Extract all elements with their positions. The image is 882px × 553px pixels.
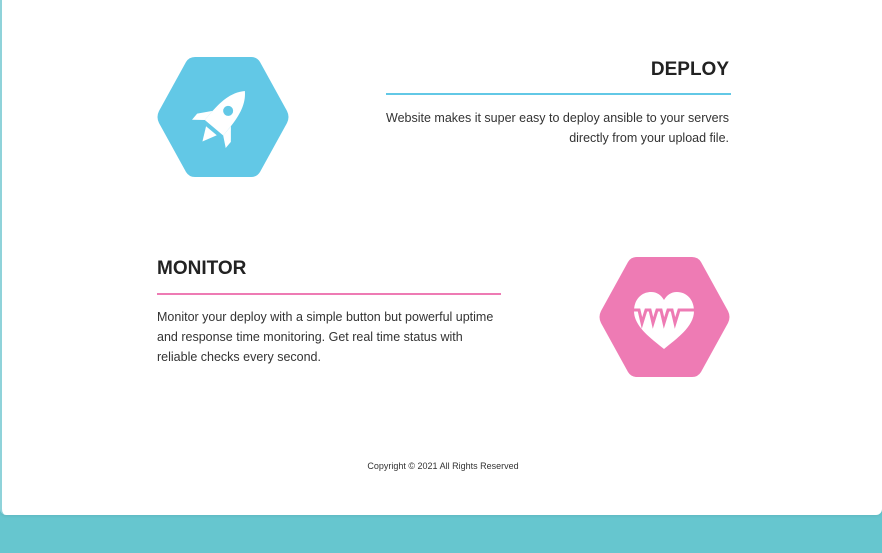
feature-title-deploy: DEPLOY (650, 59, 729, 80)
feature-text-monitor: Monitor your deploy with a simple button… (157, 310, 494, 364)
monitor-divider (157, 293, 501, 295)
rocket-hex-icon (157, 57, 289, 177)
feature-text-deploy: Website makes it super easy to deploy an… (386, 111, 729, 145)
copyright-text: Copyright © 2021 All Rights Reserved (367, 461, 519, 471)
feature-title-monitor: MONITOR (157, 258, 247, 279)
deploy-divider (386, 93, 731, 95)
content-card: DEPLOY Website makes it super easy to de… (0, 0, 882, 515)
heart-hex-icon (599, 257, 730, 377)
